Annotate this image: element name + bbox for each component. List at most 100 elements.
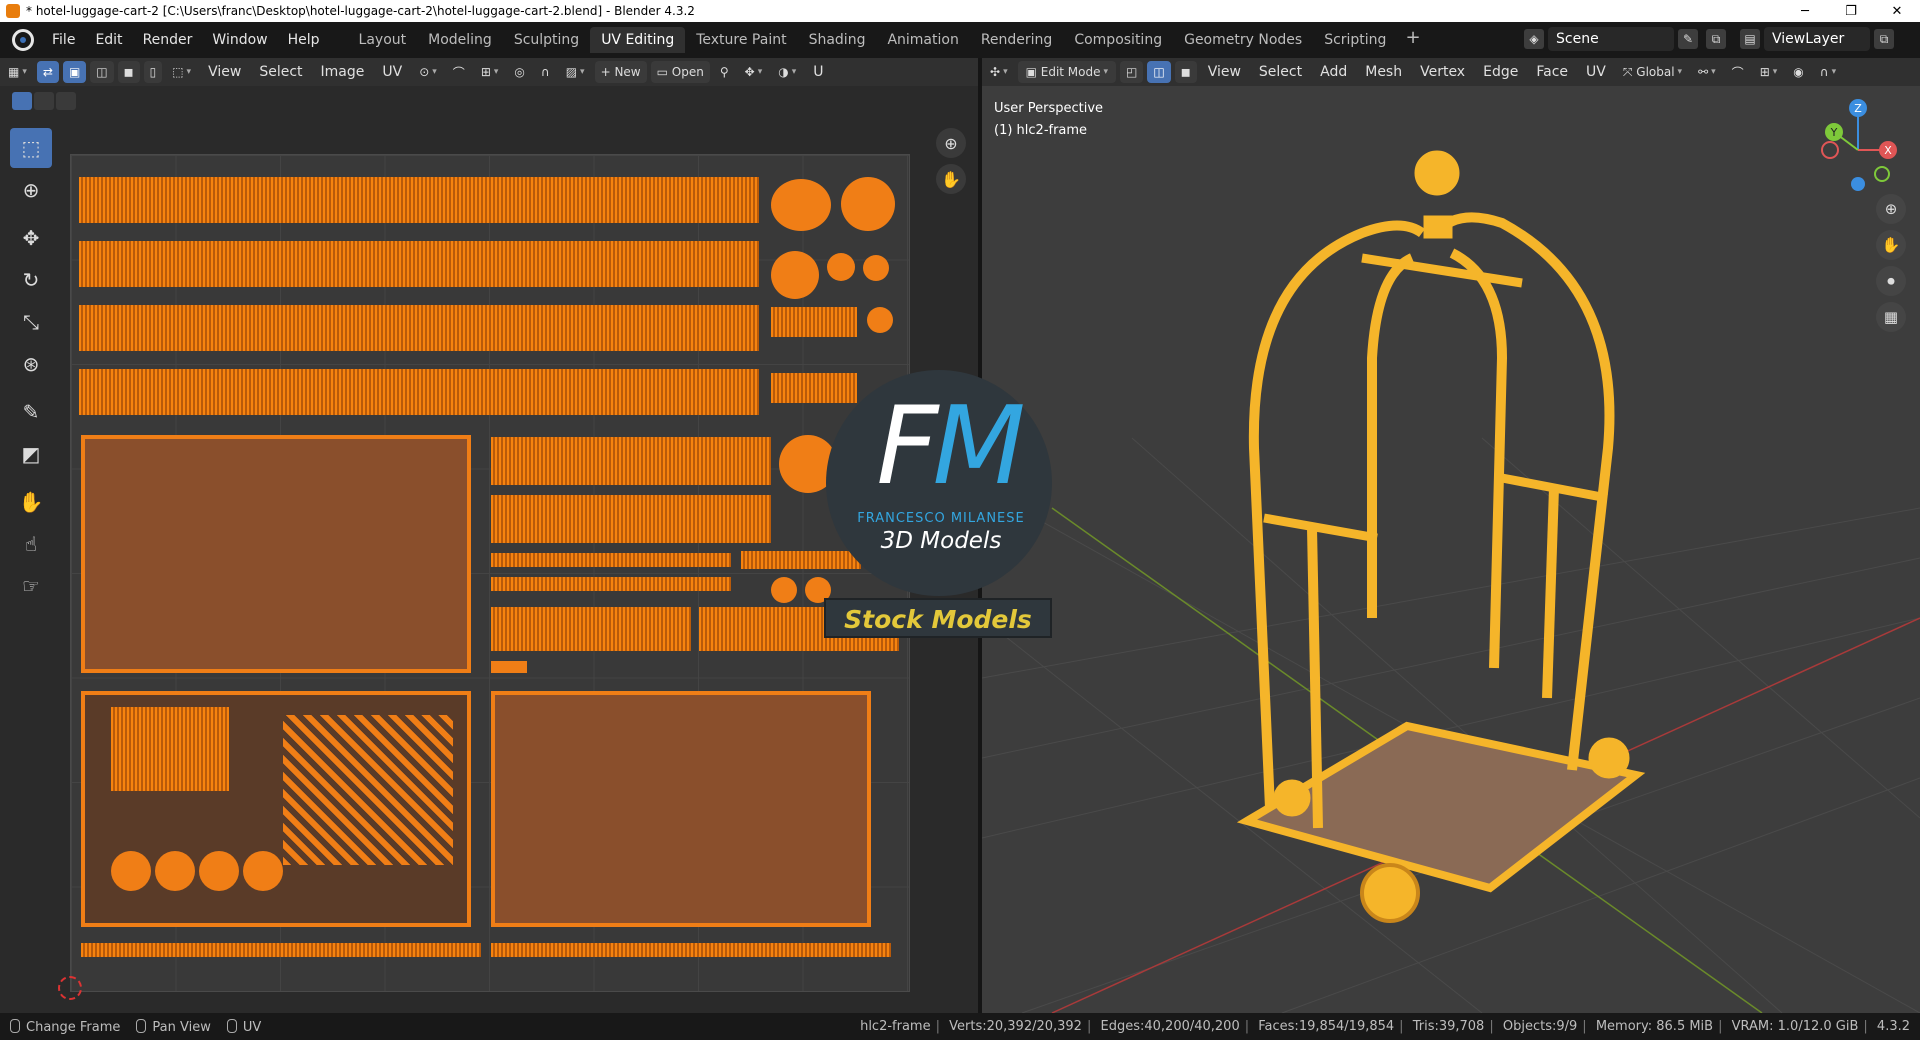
uv-island[interactable] — [243, 851, 283, 891]
uv-menu-view[interactable]: View — [199, 61, 250, 83]
minimize-button[interactable]: ─ — [1782, 0, 1828, 22]
viewport-pan-icon[interactable]: ✋ — [1876, 230, 1906, 260]
sticky-select-icon[interactable]: ⬚ ▾ — [166, 61, 197, 83]
uv-island[interactable] — [491, 943, 891, 957]
menu-window[interactable]: Window — [202, 27, 277, 53]
scale-tool-icon[interactable]: ⤡ — [10, 302, 52, 342]
extend-selection-icon[interactable] — [34, 92, 54, 110]
scene-name-field[interactable]: Scene — [1548, 27, 1674, 51]
open-image-button[interactable]: ▭ Open — [650, 61, 710, 83]
pinch-tool-icon[interactable]: ☞ — [10, 566, 52, 606]
close-button[interactable]: ✕ — [1874, 0, 1920, 22]
camera-view-icon[interactable]: ⏺ — [1876, 266, 1906, 296]
uv-island[interactable] — [81, 435, 471, 673]
new-image-button[interactable]: + New — [594, 61, 647, 83]
uv-island[interactable] — [111, 851, 151, 891]
uv-editor[interactable]: ▦ ▾ ⇄ ▣ ◫ ◼ ▯ ⬚ ▾ View Select Image UV ⊙ ▾ … — [0, 58, 978, 1013]
island-select-mode-icon[interactable]: ▯ — [143, 61, 163, 83]
new-scene-icon[interactable]: ⧉ — [1706, 29, 1726, 49]
proportional-edit-icon[interactable]: ◎ — [508, 61, 530, 83]
uv-island[interactable] — [741, 551, 861, 569]
uv-island[interactable] — [79, 241, 759, 287]
face-select-mode-icon[interactable]: ◼ — [117, 61, 140, 83]
relax-tool-icon[interactable]: ☝ — [10, 524, 52, 564]
pin-image-icon[interactable]: ⚲ — [714, 61, 735, 83]
edge-select-mode-icon[interactable]: ◫ — [90, 61, 114, 83]
tab-modeling[interactable]: Modeling — [417, 27, 503, 53]
uv-island[interactable] — [79, 305, 759, 351]
uv-island[interactable] — [771, 373, 857, 403]
view-layer-field[interactable]: ViewLayer — [1764, 27, 1870, 51]
add-workspace-button[interactable]: + — [1397, 27, 1428, 53]
annotate-tool-icon[interactable]: ✎ — [10, 392, 52, 432]
snap-icon[interactable]: ⌒ — [447, 61, 471, 83]
rip-tool-icon[interactable]: ◩ — [10, 434, 52, 474]
cursor-tool-icon[interactable]: ⊕ — [10, 170, 52, 210]
uv-island[interactable] — [491, 691, 871, 927]
viewport-zoom-icon[interactable]: ⊕ — [1876, 194, 1906, 224]
uv-island[interactable] — [111, 707, 229, 791]
uv-island[interactable] — [491, 437, 771, 485]
uv-island[interactable] — [841, 177, 895, 231]
tab-rendering[interactable]: Rendering — [970, 27, 1064, 53]
uv-island[interactable] — [771, 251, 819, 299]
tab-shading[interactable]: Shading — [798, 27, 877, 53]
perspective-toggle-icon[interactable]: ▦ — [1876, 302, 1906, 332]
uv-island[interactable] — [155, 851, 195, 891]
uv-island[interactable] — [81, 943, 481, 957]
menu-edit[interactable]: Edit — [85, 27, 132, 53]
transform-tool-icon[interactable]: ⊛ — [10, 344, 52, 384]
select-box-tool-icon[interactable]: ⬚ — [10, 128, 52, 168]
new-view-layer-icon[interactable]: ⧉ — [1874, 29, 1894, 49]
uv-island[interactable] — [863, 255, 889, 281]
view-layer-icon[interactable]: ▤ — [1740, 29, 1760, 49]
vertex-select-mode-icon[interactable]: ▣ — [62, 61, 87, 83]
subtract-selection-icon[interactable] — [56, 92, 76, 110]
uv-island[interactable] — [771, 179, 831, 231]
3d-viewport[interactable]: ✣ ▾ ▣ Edit Mode ▾ ◰ ◫ ◼ View Select Add Me… — [982, 58, 1920, 1013]
image-browse-icon[interactable]: ▨ ▾ — [560, 61, 591, 83]
restore-button[interactable]: ❐ — [1828, 0, 1874, 22]
uv-menu-image[interactable]: Image — [312, 61, 374, 83]
hand-icon[interactable]: ✋ — [936, 164, 966, 194]
uv-island[interactable] — [491, 607, 691, 651]
tab-layout[interactable]: Layout — [348, 27, 418, 53]
uv-island[interactable] — [771, 307, 857, 337]
uv-island[interactable] — [867, 307, 893, 333]
menu-help[interactable]: Help — [278, 27, 330, 53]
editor-type-icon[interactable]: ▦ ▾ — [2, 61, 33, 83]
uv-island[interactable] — [199, 851, 239, 891]
uv-island[interactable] — [491, 661, 527, 673]
uv-menu-uv[interactable]: UV — [373, 61, 411, 83]
luggage-cart-mesh[interactable] — [1236, 150, 1646, 923]
uv-header-overflow[interactable]: U — [804, 61, 832, 83]
tab-sculpting[interactable]: Sculpting — [503, 27, 590, 53]
pivot-icon[interactable]: ⊙ ▾ — [413, 61, 443, 83]
pin-icon[interactable]: ✎ — [1678, 29, 1698, 49]
menu-file[interactable]: File — [42, 27, 85, 53]
blender-logo-icon[interactable] — [12, 29, 34, 51]
menu-render[interactable]: Render — [133, 27, 203, 53]
tab-compositing[interactable]: Compositing — [1063, 27, 1173, 53]
uv-canvas[interactable] — [70, 154, 910, 992]
tab-animation[interactable]: Animation — [876, 27, 969, 53]
uv-island[interactable] — [827, 253, 855, 281]
falloff-icon[interactable]: ∩ — [535, 61, 556, 83]
uv-island[interactable] — [283, 715, 453, 865]
move-tool-icon[interactable]: ✥ — [10, 218, 52, 258]
tab-texture-paint[interactable]: Texture Paint — [685, 27, 797, 53]
zoom-icon[interactable]: ⊕ — [936, 128, 966, 158]
tab-uv-editing[interactable]: UV Editing — [590, 27, 686, 53]
grab-tool-icon[interactable]: ✋ — [10, 482, 52, 522]
tab-scripting[interactable]: Scripting — [1313, 27, 1397, 53]
gizmo-toggle-icon[interactable]: ✥ ▾ — [739, 61, 769, 83]
sync-selection-icon[interactable]: ⇄ — [36, 61, 59, 83]
uv-island[interactable] — [79, 369, 759, 415]
uv-island[interactable] — [491, 553, 731, 567]
2d-cursor-icon[interactable] — [58, 976, 82, 1000]
rotate-tool-icon[interactable]: ↻ — [10, 260, 52, 300]
navigation-gizmo[interactable]: Z Y X — [1821, 99, 1897, 191]
uv-menu-select[interactable]: Select — [250, 61, 311, 83]
uv-island[interactable] — [491, 577, 731, 591]
tab-geometry-nodes[interactable]: Geometry Nodes — [1173, 27, 1313, 53]
